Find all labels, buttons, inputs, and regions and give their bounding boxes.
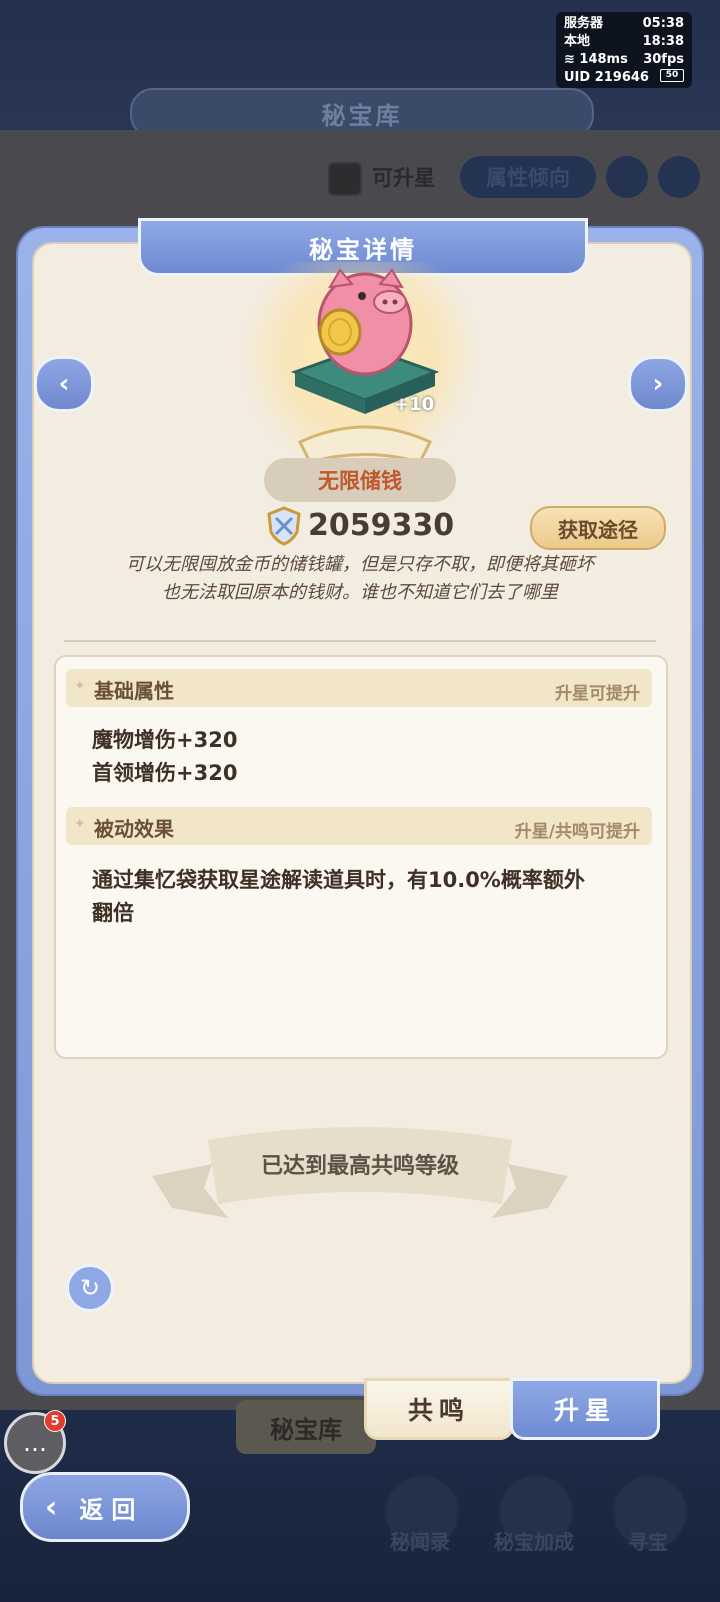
next-treasure-button[interactable]: › [628, 356, 688, 412]
local-label: 本地 [564, 34, 591, 49]
local-time: 18:38 [642, 34, 684, 49]
tab-treasure-library[interactable]: 秘宝库 [236, 1400, 376, 1454]
book-icon[interactable] [658, 156, 700, 198]
ping-readout: ≋ 148ms [564, 52, 628, 67]
status-overlay: 服务器 05:38 本地 18:38 ≋ 148ms 30fps UID 219646… [556, 12, 692, 88]
chevron-left-icon: ‹ [58, 369, 70, 399]
back-arrow-icon: ‹ [45, 1489, 66, 1525]
can-star-up-label: 可升星 [372, 166, 435, 190]
base-attributes-hint: 升星可提升 [555, 684, 640, 704]
attributes-panel [54, 655, 668, 1059]
power-score: 2059330 [308, 508, 455, 543]
divider [64, 640, 656, 642]
max-resonance-text: 已达到最高共鸣等级 [260, 1154, 459, 1179]
source-button[interactable]: 获取途径 [530, 506, 666, 550]
passive-effect-text: 通过集忆袋获取星途解读道具时，有10.0%概率额外 翻倍 [92, 868, 585, 925]
sparkle-icon: ✦ [74, 678, 86, 694]
base-attributes-title: 基础属性 [94, 679, 174, 703]
treasure-description: 可以无限囤放金币的储钱罐，但是只存不取，即便将其砸坏 也无法取回原本的钱财。谁也… [126, 554, 594, 603]
can-star-up-checkbox[interactable] [328, 162, 362, 196]
refresh-icon: ↻ [79, 1274, 101, 1302]
server-label: 服务器 [564, 16, 604, 31]
server-time: 05:38 [642, 16, 684, 31]
attribute-item: 首领增伤+320 [92, 761, 238, 785]
refresh-button[interactable]: ↻ [66, 1264, 114, 1312]
uid-readout: UID 219646 [564, 70, 649, 85]
chat-bubble-icon: … [23, 1429, 47, 1457]
power-shield-icon [267, 506, 301, 546]
back-label: 返回 [79, 1495, 144, 1524]
attribute-filter-button[interactable]: 属性倾向 [460, 156, 596, 198]
back-button[interactable]: ‹ 返回 [20, 1472, 190, 1542]
fps-readout: 30fps [643, 52, 684, 67]
tab-resonance[interactable]: 共鸣 [364, 1378, 514, 1440]
nav-secret-records[interactable]: 秘闻录 [360, 1526, 480, 1555]
filter-icon[interactable] [606, 156, 648, 198]
chevron-right-icon: › [652, 369, 664, 399]
wifi-icon: ≋ [564, 52, 580, 67]
chat-badge: 5 [44, 1410, 66, 1432]
item-level-badge: +10 [394, 394, 435, 415]
sparkle-icon: ✦ [74, 816, 86, 832]
prev-treasure-button[interactable]: ‹ [34, 356, 94, 412]
treasure-name: 无限储钱 [264, 458, 456, 502]
nav-treasure-bonus[interactable]: 秘宝加成 [474, 1526, 594, 1555]
passive-effect-hint: 升星/共鸣可提升 [514, 822, 640, 842]
passive-effect-title: 被动效果 [94, 817, 174, 841]
piggy-bank-icon [290, 268, 440, 464]
attribute-item: 魔物增伤+320 [92, 728, 238, 752]
tab-star-up[interactable]: 升星 [510, 1378, 660, 1440]
nav-treasure-hunt[interactable]: 寻宝 [588, 1526, 708, 1555]
battery-icon: 50 [660, 69, 684, 82]
